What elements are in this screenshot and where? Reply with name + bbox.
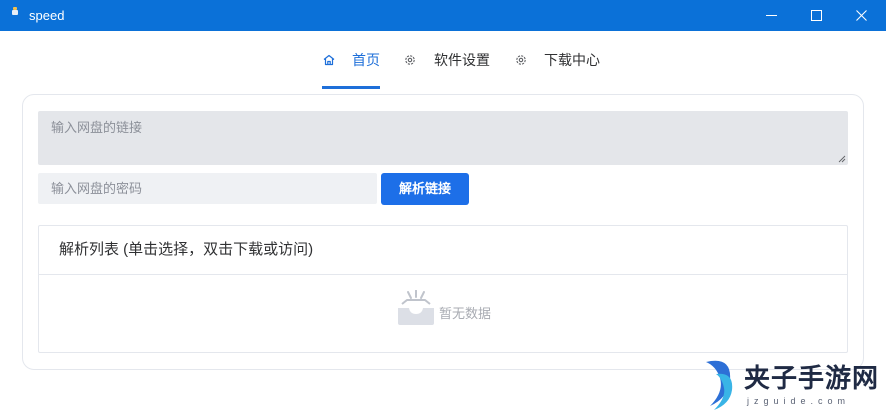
parse-list-panel[interactable]: 解析列表 (单击选择，双击下载或访问) 暂无数据 xyxy=(38,225,848,353)
watermark-logo-icon xyxy=(706,360,733,410)
empty-text: 暂无数据 xyxy=(439,306,492,321)
password-input[interactable]: 输入网盘的密码 xyxy=(38,173,377,204)
tab-download-center[interactable]: 下载中心 xyxy=(514,31,604,89)
tab-settings[interactable]: 软件设置 xyxy=(403,31,493,89)
link-input-placeholder: 输入网盘的链接 xyxy=(51,120,143,135)
minimize-icon xyxy=(766,15,777,16)
empty-box-icon xyxy=(398,290,434,325)
tab-settings-label: 软件设置 xyxy=(434,52,490,68)
close-button[interactable] xyxy=(838,0,884,31)
list-title: 解析列表 (单击选择，双击下载或访问) xyxy=(59,241,314,258)
close-icon xyxy=(856,10,867,21)
resize-grip-icon[interactable] xyxy=(838,155,846,163)
window-title: speed xyxy=(29,8,65,23)
tab-home-label: 首页 xyxy=(352,52,380,68)
tab-home[interactable]: 首页 xyxy=(322,31,382,89)
gear-icon xyxy=(405,55,415,65)
app-icon xyxy=(12,7,18,15)
tab-download-label: 下载中心 xyxy=(544,52,600,68)
maximize-button[interactable] xyxy=(793,0,839,31)
password-input-placeholder: 输入网盘的密码 xyxy=(51,181,143,196)
parse-link-button[interactable]: 解析链接 xyxy=(381,173,469,205)
gear-icon xyxy=(516,55,526,65)
watermark-text: 夹子手游网 xyxy=(744,364,880,394)
list-header: 解析列表 (单击选择，双击下载或访问) xyxy=(39,226,847,275)
watermark-subtext: jzguide.com xyxy=(747,396,851,406)
minimize-button[interactable] xyxy=(748,0,794,31)
title-bar: speed xyxy=(0,0,886,31)
watermark: 夹子手游网 jzguide.com xyxy=(700,352,886,413)
home-icon xyxy=(323,54,335,66)
nav-tabs: 首页 软件设置 下载中心 xyxy=(0,31,886,89)
link-input[interactable]: 输入网盘的链接 xyxy=(38,111,848,165)
active-tab-indicator xyxy=(322,86,380,89)
maximize-icon xyxy=(811,10,822,21)
